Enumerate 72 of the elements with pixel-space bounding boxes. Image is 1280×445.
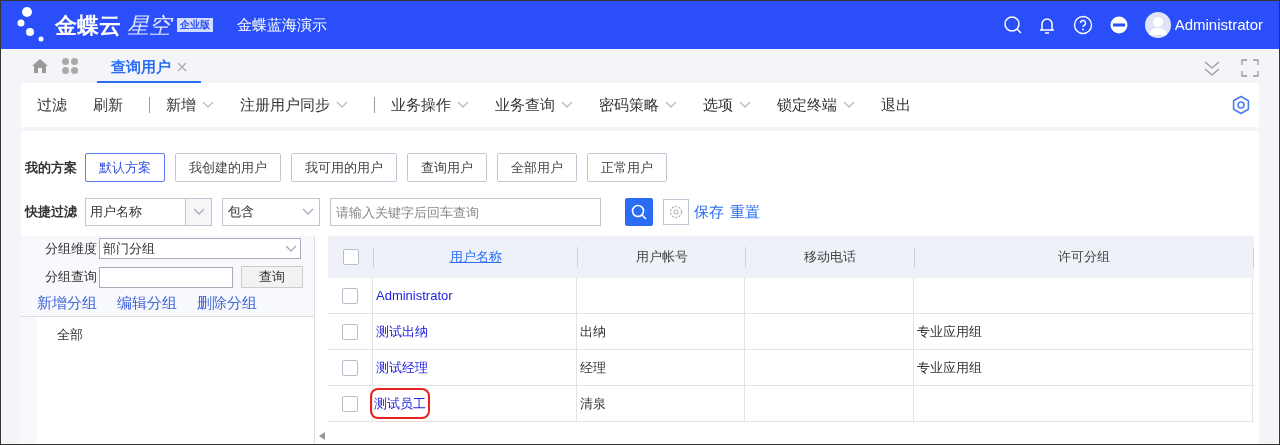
column-header[interactable]: 许可分组 (1058, 247, 1110, 267)
toolbar-button[interactable]: 选项 (703, 93, 751, 117)
minus-circle-icon (1108, 15, 1129, 35)
table-cell-text: 经理 (580, 358, 606, 377)
row-checkbox[interactable] (342, 395, 358, 412)
help-icon (1072, 15, 1093, 35)
table-cell-text: 专业应用组 (917, 322, 982, 341)
group-action-link[interactable]: 删除分组 (197, 291, 257, 315)
reset-link[interactable]: 重置 (730, 200, 760, 224)
caret-icon (192, 208, 205, 216)
column-header[interactable]: 用户名称 (449, 247, 502, 267)
toolbar-button[interactable]: 退出 (881, 93, 911, 117)
group-query-field[interactable] (99, 266, 233, 288)
search-icon (631, 204, 647, 220)
user-name-link[interactable]: 测试员工 (370, 387, 430, 420)
scheme-button[interactable]: 正常用户 (587, 153, 667, 182)
field-label: 分组查询 (45, 268, 97, 287)
scheme-button[interactable]: 查询用户 (407, 153, 487, 182)
settings-button[interactable] (663, 199, 689, 225)
operator-select[interactable]: 包含 (222, 198, 320, 226)
toolbar-button[interactable]: 注册用户同步 (240, 93, 348, 117)
user-name[interactable]: Administrator (1174, 13, 1263, 37)
row-checkbox[interactable] (342, 323, 358, 340)
select-all-checkbox[interactable] (342, 249, 359, 265)
table-cell-text: 出纳 (580, 322, 606, 341)
toolbar-button[interactable]: 密码策略 (599, 93, 677, 117)
field-select[interactable]: 用户名称 (85, 198, 212, 226)
scheme-button[interactable]: 全部用户 (497, 153, 577, 182)
user-name-link[interactable]: 测试出纳 (376, 321, 428, 342)
user-name-link[interactable]: 测试经理 (376, 357, 428, 378)
settings-icon (1231, 95, 1251, 115)
group-action-link[interactable]: 编辑分组 (117, 291, 177, 315)
apps-icon (61, 57, 79, 75)
close-icon (177, 62, 187, 72)
field-label: 我的方案 (25, 158, 77, 177)
toolbar-button[interactable]: 业务查询 (495, 93, 573, 117)
double-chevron-icon (1203, 59, 1221, 77)
dimension-select[interactable]: 部门分组 (99, 238, 301, 259)
scheme-button[interactable]: 我创建的用户 (175, 153, 281, 182)
column-header[interactable]: 移动电话 (804, 247, 856, 267)
caret-icon (285, 244, 297, 253)
column-header[interactable]: 用户帐号 (635, 247, 688, 267)
field-label: 分组维度 (45, 239, 97, 258)
table-cell-text: 专业应用组 (917, 358, 982, 377)
tree-item[interactable]: 全部 (57, 325, 315, 345)
query-button[interactable]: 查询 (241, 266, 303, 288)
search-field[interactable]: 请输入关键字后回车查询 (330, 198, 601, 226)
group-action-link[interactable]: 新增分组 (37, 291, 97, 315)
gear-icon (669, 205, 683, 219)
toolbar-button[interactable]: 业务操作 (391, 93, 469, 117)
user-name-link[interactable]: Administrator (376, 285, 453, 306)
save-link[interactable]: 保存 (694, 200, 724, 224)
scheme-button[interactable]: 我可用的用户 (291, 153, 397, 182)
search-button[interactable] (625, 198, 653, 226)
caret-icon (302, 208, 314, 216)
fullscreen-icon (1241, 59, 1259, 77)
collapse-arrow-icon (318, 432, 325, 440)
scheme-button[interactable]: 默认方案 (85, 153, 165, 182)
brand-name: 金蝶云 (55, 11, 121, 40)
avatar-icon (1144, 12, 1171, 38)
row-checkbox[interactable] (342, 287, 358, 304)
organization-name[interactable]: 金蝶蓝海演示 (237, 13, 327, 37)
toolbar-button[interactable]: 新增 (166, 93, 214, 117)
table-cell-text: 清泉 (580, 394, 606, 413)
field-label: 快捷过滤 (25, 203, 77, 222)
toolbar-button[interactable]: 锁定终端 (777, 93, 855, 117)
edition-badge: 企业版 (177, 18, 213, 32)
toolbar-button[interactable]: 刷新 (93, 93, 123, 117)
search-icon (1002, 15, 1023, 35)
row-checkbox[interactable] (342, 359, 358, 376)
home-icon (31, 58, 49, 74)
toolbar-button[interactable]: 过滤 (37, 93, 67, 117)
